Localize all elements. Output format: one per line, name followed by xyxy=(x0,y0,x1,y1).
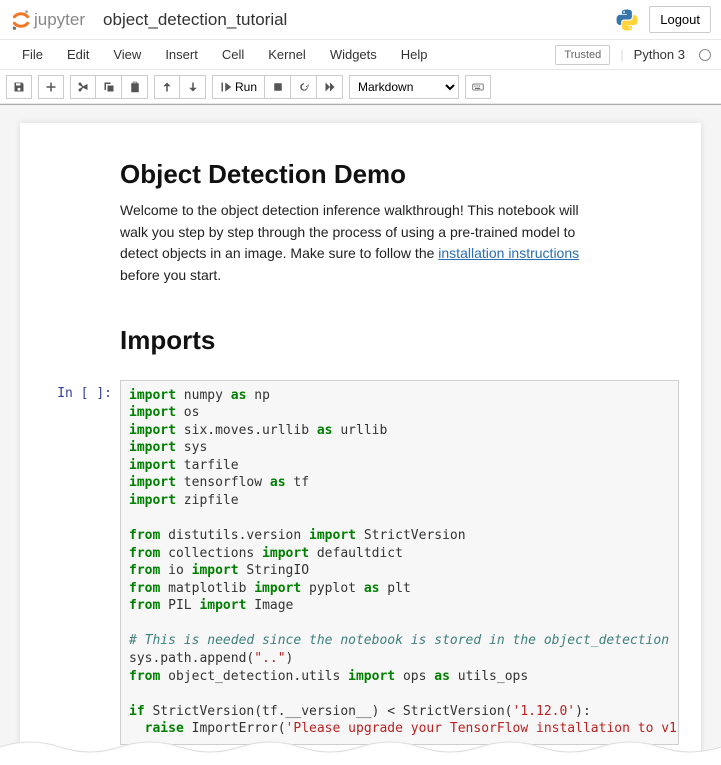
fast-forward-icon xyxy=(324,81,336,93)
menu-insert[interactable]: Insert xyxy=(153,41,210,68)
jupyter-logo[interactable]: jupyter xyxy=(10,9,85,31)
arrow-up-icon xyxy=(161,81,173,93)
markdown-cell[interactable]: Object Detection Demo Welcome to the obj… xyxy=(20,137,701,297)
notebook-name[interactable]: object_detection_tutorial xyxy=(103,10,287,30)
restart-button[interactable] xyxy=(291,75,317,99)
restart-icon xyxy=(298,81,310,93)
menu-cell[interactable]: Cell xyxy=(210,41,256,68)
kernel-status-icon xyxy=(699,49,711,61)
run-button[interactable]: Run xyxy=(212,75,265,99)
cut-button[interactable] xyxy=(70,75,96,99)
menu-help[interactable]: Help xyxy=(389,41,440,68)
installation-link[interactable]: installation instructions xyxy=(438,245,579,261)
heading-h1: Object Detection Demo xyxy=(120,159,601,190)
notebook: Object Detection Demo Welcome to the obj… xyxy=(20,123,701,759)
copy-button[interactable] xyxy=(96,75,122,99)
keyboard-icon xyxy=(472,81,484,93)
plus-icon xyxy=(45,81,57,93)
run-icon xyxy=(220,81,232,93)
copy-icon xyxy=(103,81,115,93)
code-input-area[interactable]: import numpy as np import os import six.… xyxy=(120,380,679,745)
menu-edit[interactable]: Edit xyxy=(55,41,101,68)
markdown-cell[interactable]: Imports xyxy=(20,303,701,370)
save-icon xyxy=(13,81,25,93)
jupyter-logo-icon xyxy=(10,9,32,31)
move-down-button[interactable] xyxy=(180,75,206,99)
paste-button[interactable] xyxy=(122,75,148,99)
paste-icon xyxy=(129,81,141,93)
menu-widgets[interactable]: Widgets xyxy=(318,41,389,68)
arrow-down-icon xyxy=(187,81,199,93)
move-up-button[interactable] xyxy=(154,75,180,99)
input-prompt: In [ ]: xyxy=(28,380,120,745)
stop-icon xyxy=(272,81,284,93)
menu-kernel[interactable]: Kernel xyxy=(256,41,318,68)
command-palette-button[interactable] xyxy=(465,75,491,99)
header: jupyter object_detection_tutorial Logout xyxy=(0,0,721,40)
toolbar: Run Markdown xyxy=(0,70,721,104)
python-icon xyxy=(615,8,639,32)
trusted-indicator[interactable]: Trusted xyxy=(555,45,610,65)
restart-run-all-button[interactable] xyxy=(317,75,343,99)
code-cell[interactable]: In [ ]: import numpy as np import os imp… xyxy=(20,376,701,749)
paragraph: Welcome to the object detection inferenc… xyxy=(120,200,601,287)
logo-text: jupyter xyxy=(34,10,85,30)
menu-file[interactable]: File xyxy=(10,41,55,68)
notebook-scroll-area[interactable]: Object Detection Demo Welcome to the obj… xyxy=(0,104,721,765)
run-label: Run xyxy=(235,80,257,94)
save-button[interactable] xyxy=(6,75,32,99)
menubar: File Edit View Insert Cell Kernel Widget… xyxy=(0,40,721,70)
insert-cell-button[interactable] xyxy=(38,75,64,99)
interrupt-button[interactable] xyxy=(265,75,291,99)
scissors-icon xyxy=(77,81,89,93)
logout-button[interactable]: Logout xyxy=(649,6,711,33)
kernel-name[interactable]: Python 3 xyxy=(634,47,689,62)
menu-view[interactable]: View xyxy=(101,41,153,68)
heading-h1: Imports xyxy=(120,325,601,356)
cell-type-select[interactable]: Markdown xyxy=(349,75,459,99)
